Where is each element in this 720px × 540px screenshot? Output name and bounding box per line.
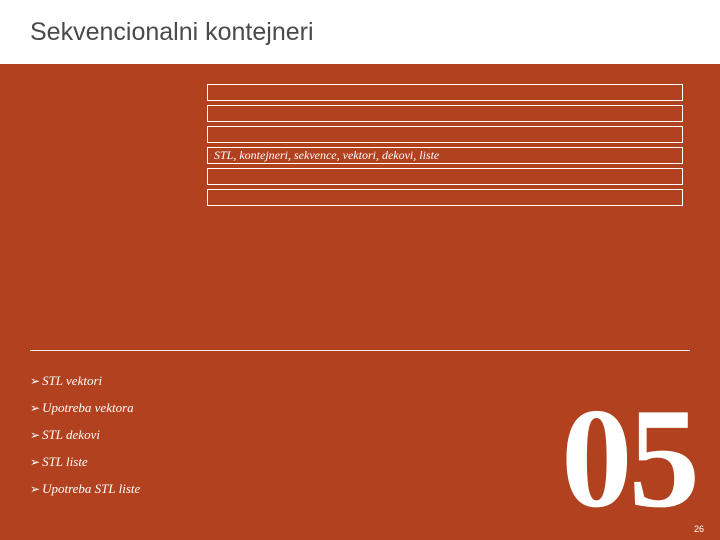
empty-box [207, 105, 683, 122]
slide-title: Sekvencionalni kontejneri [30, 18, 314, 47]
horizontal-divider [30, 350, 690, 351]
page-number: 26 [694, 524, 704, 534]
slide: Sekvencionalni kontejneri STL, kontejner… [0, 0, 720, 540]
list-item: ➢ STL liste [30, 454, 370, 470]
labeled-box: STL, kontejneri, sekvence, vektori, deko… [207, 147, 683, 164]
empty-box [207, 189, 683, 206]
header-bar: Sekvencionalni kontejneri [0, 0, 720, 64]
empty-box [207, 168, 683, 185]
arrow-icon: ➢ [30, 482, 40, 497]
arrow-icon: ➢ [30, 428, 40, 443]
bullet-text: Upotreba vektora [42, 400, 134, 416]
empty-box [207, 126, 683, 143]
bullet-list: ➢ STL vektori ➢ Upotreba vektora ➢ STL d… [30, 373, 370, 508]
bullet-text: STL vektori [42, 373, 102, 389]
section-number: 05 [561, 387, 696, 530]
list-item: ➢ Upotreba STL liste [30, 481, 370, 497]
bullet-text: STL dekovi [42, 427, 100, 443]
bullet-text: Upotreba STL liste [42, 481, 140, 497]
bullet-text: STL liste [42, 454, 88, 470]
list-item: ➢ STL dekovi [30, 427, 370, 443]
arrow-icon: ➢ [30, 455, 40, 470]
list-item: ➢ STL vektori [30, 373, 370, 389]
empty-box [207, 84, 683, 101]
arrow-icon: ➢ [30, 374, 40, 389]
arrow-icon: ➢ [30, 401, 40, 416]
box-stack: STL, kontejneri, sekvence, vektori, deko… [207, 84, 683, 210]
box-label-text: STL, kontejneri, sekvence, vektori, deko… [214, 148, 439, 163]
list-item: ➢ Upotreba vektora [30, 400, 370, 416]
